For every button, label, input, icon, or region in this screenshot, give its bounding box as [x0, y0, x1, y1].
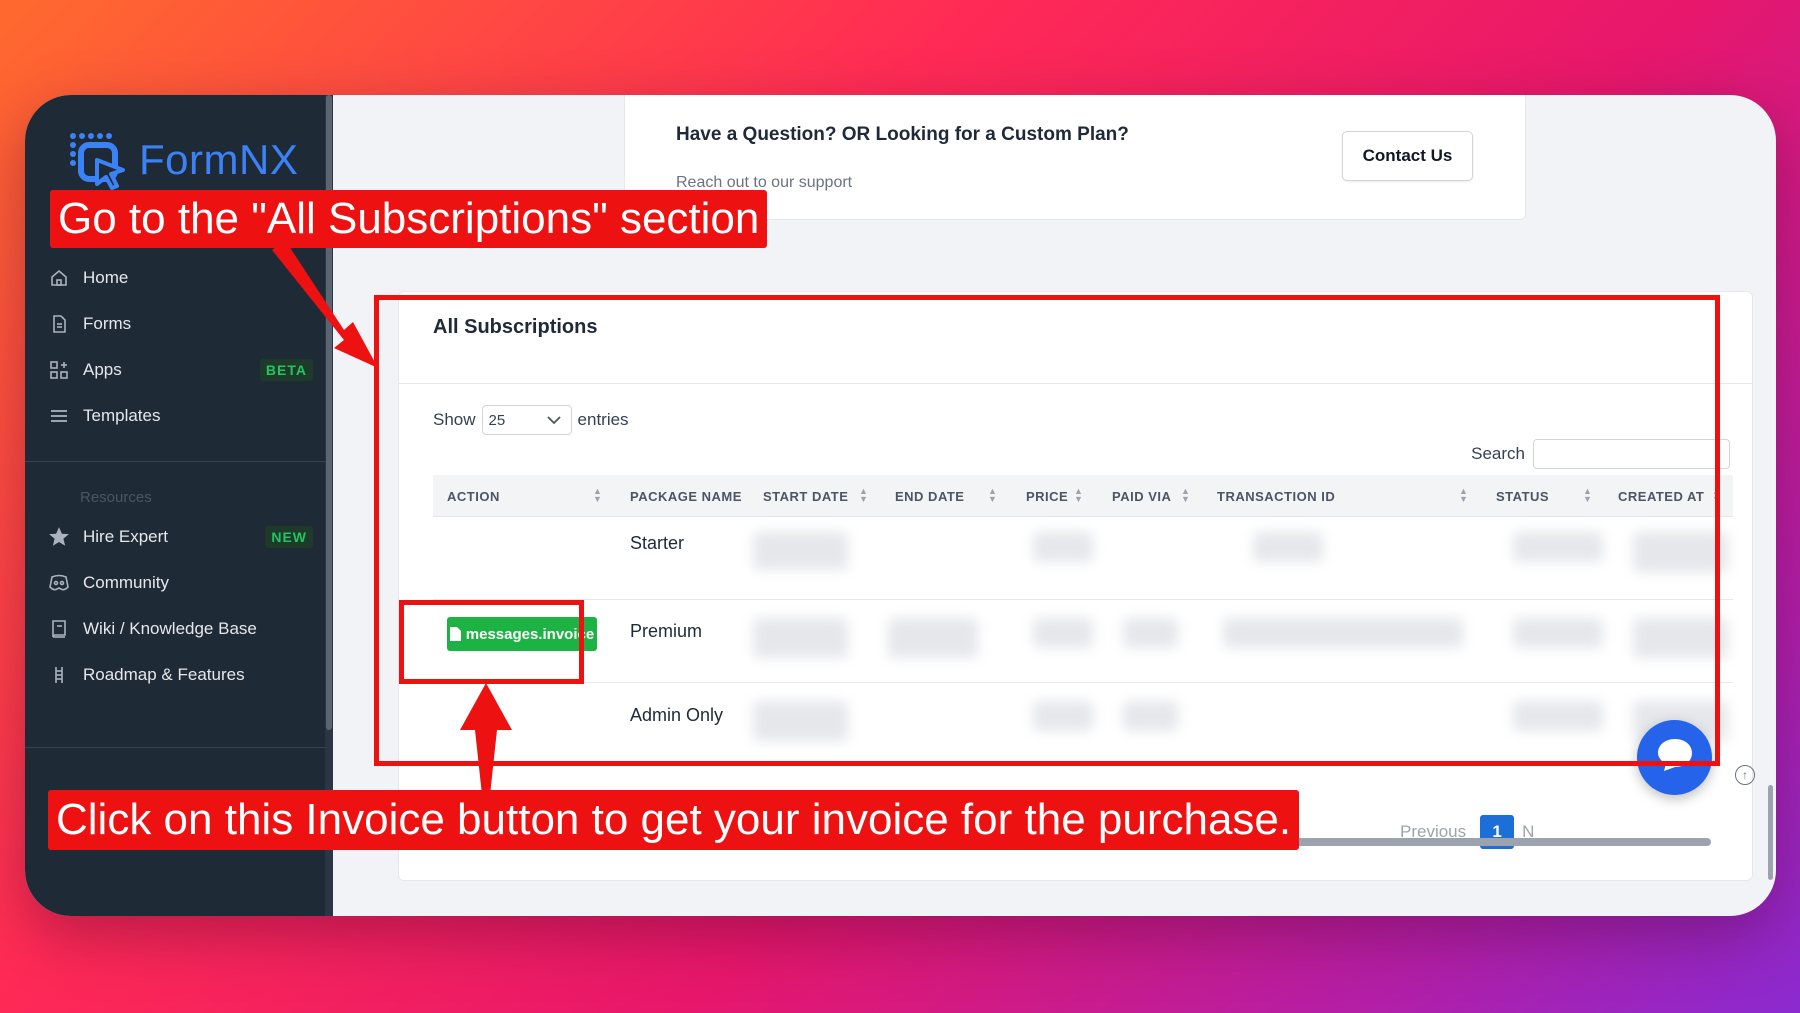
top-callout: Go to the "All Subscriptions" section — [50, 190, 768, 248]
annotation-arrows — [272, 240, 512, 795]
arrow-to-subscriptions-icon — [272, 240, 378, 368]
arrow-to-invoice-icon — [460, 683, 512, 795]
bottom-callout: Click on this Invoice button to get your… — [48, 790, 1300, 850]
